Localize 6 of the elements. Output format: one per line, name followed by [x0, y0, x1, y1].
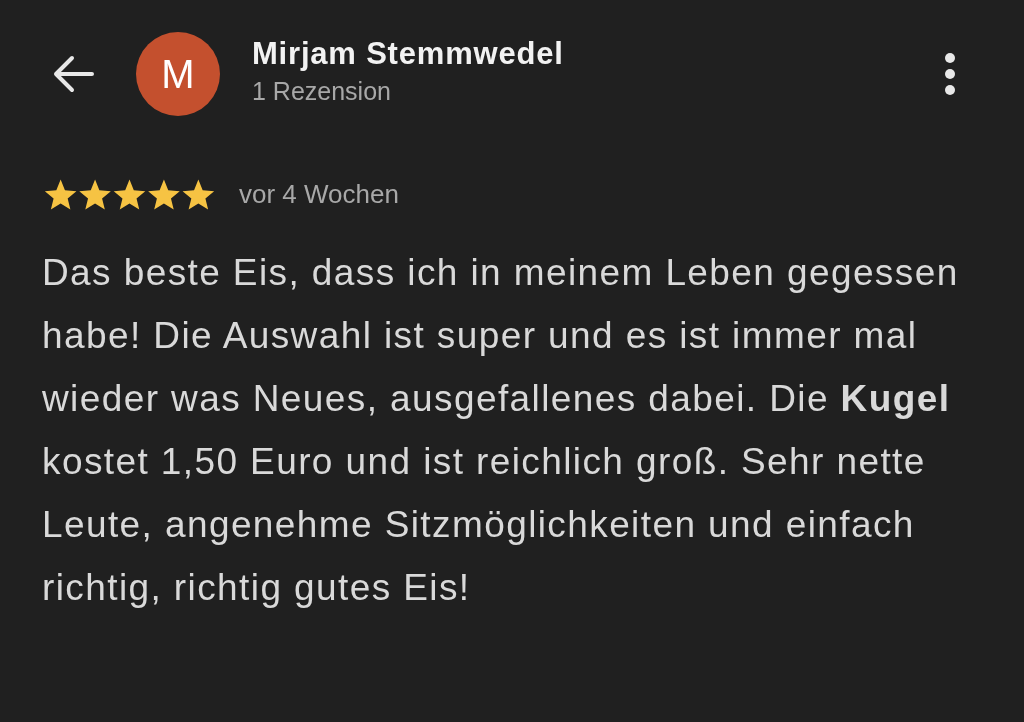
more-options-icon[interactable] [944, 52, 956, 96]
reviewer-name[interactable]: Mirjam Stemmwedel [252, 35, 944, 73]
review-time: vor 4 Wochen [239, 179, 399, 210]
avatar[interactable]: M [136, 32, 220, 116]
review-count: 1 Rezension [252, 76, 392, 107]
review-text: Das beste Eis, dass ich in meinem Leben gegessen habe! Die Auswahl ist super und es ist immer mal wieder was Neues, ausgefallenes dabei. Die Kugel kostet 1,50 Euro und ist reichlich groß. Sehr nette Leute, angenehme Sitzmöglichkeiten und einfach richtig, richtig gutes Eis! [42, 251, 960, 610]
